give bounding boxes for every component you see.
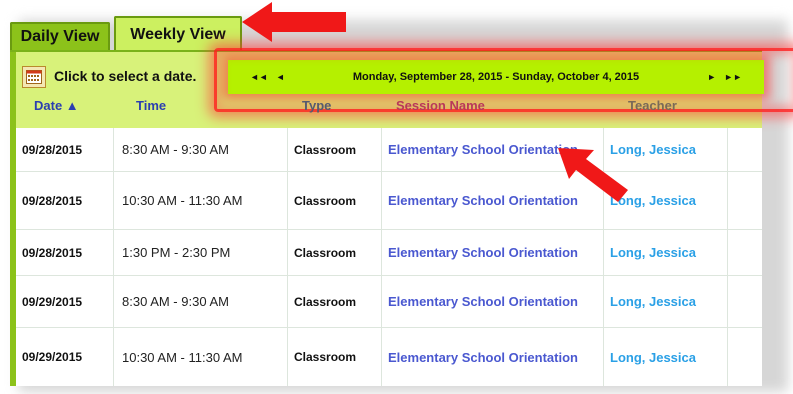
teacher-link[interactable]: Long, Jessica — [610, 245, 696, 260]
last-week-button[interactable]: ►► — [720, 72, 746, 82]
first-week-button[interactable]: ◄◄ — [246, 72, 272, 82]
tab-daily-view[interactable]: Daily View — [10, 22, 110, 50]
cell-spacer — [728, 276, 762, 327]
cell-session-name: Elementary School Orientation — [382, 230, 604, 275]
cell-spacer — [728, 328, 762, 386]
cell-spacer — [728, 172, 762, 229]
cell-date: 09/29/2015 — [16, 328, 114, 386]
table-row: 09/29/2015 10:30 AM - 11:30 AM Classroom… — [16, 328, 762, 386]
cell-teacher: Long, Jessica — [604, 328, 728, 386]
calendar-icon[interactable] — [22, 66, 46, 88]
cell-session-name: Elementary School Orientation — [382, 128, 604, 171]
schedule-widget: Daily View Weekly View Click to select a… — [10, 8, 793, 386]
session-name-link[interactable]: Elementary School Orientation — [388, 294, 578, 309]
table-row: 09/28/2015 8:30 AM - 9:30 AM Classroom E… — [16, 128, 762, 172]
cell-time: 1:30 PM - 2:30 PM — [114, 230, 288, 275]
cell-date: 09/28/2015 — [16, 128, 114, 171]
cell-teacher: Long, Jessica — [604, 276, 728, 327]
cell-session-name: Elementary School Orientation — [382, 328, 604, 386]
teacher-link[interactable]: Long, Jessica — [610, 193, 696, 208]
column-header-session-name[interactable]: Session Name — [396, 98, 485, 113]
cell-type: Classroom — [288, 230, 382, 275]
cell-date: 09/28/2015 — [16, 230, 114, 275]
cell-teacher: Long, Jessica — [604, 128, 728, 171]
select-date-link[interactable]: Click to select a date. — [54, 68, 196, 84]
next-week-button[interactable]: ► — [703, 72, 720, 82]
table-row: 09/28/2015 1:30 PM - 2:30 PM Classroom E… — [16, 230, 762, 276]
cell-teacher: Long, Jessica — [604, 172, 728, 229]
cell-date: 09/28/2015 — [16, 172, 114, 229]
cell-date: 09/29/2015 — [16, 276, 114, 327]
prev-week-button[interactable]: ◄ — [272, 72, 289, 82]
table-row: 09/28/2015 10:30 AM - 11:30 AM Classroom… — [16, 172, 762, 230]
column-header-time[interactable]: Time — [136, 98, 166, 113]
tab-weekly-view[interactable]: Weekly View — [114, 16, 242, 52]
sessions-table: 09/28/2015 8:30 AM - 9:30 AM Classroom E… — [16, 128, 762, 386]
teacher-link[interactable]: Long, Jessica — [610, 142, 696, 157]
session-name-link[interactable]: Elementary School Orientation — [388, 245, 578, 260]
session-name-link[interactable]: Elementary School Orientation — [388, 193, 578, 208]
teacher-link[interactable]: Long, Jessica — [610, 350, 696, 365]
weekly-panel: Click to select a date. ◄◄ ◄ Monday, Sep… — [10, 48, 793, 386]
cell-type: Classroom — [288, 128, 382, 171]
cell-time: 10:30 AM - 11:30 AM — [114, 328, 288, 386]
cell-type: Classroom — [288, 328, 382, 386]
cell-time: 8:30 AM - 9:30 AM — [114, 276, 288, 327]
cell-time: 10:30 AM - 11:30 AM — [114, 172, 288, 229]
session-name-link[interactable]: Elementary School Orientation — [388, 350, 578, 365]
cell-time: 8:30 AM - 9:30 AM — [114, 128, 288, 171]
cell-session-name: Elementary School Orientation — [382, 172, 604, 229]
date-toolbar: Click to select a date. ◄◄ ◄ Monday, Sep… — [16, 48, 793, 112]
column-header-type[interactable]: Type — [302, 98, 331, 113]
cell-teacher: Long, Jessica — [604, 230, 728, 275]
table-row: 09/29/2015 8:30 AM - 9:30 AM Classroom E… — [16, 276, 762, 328]
week-range-label: Monday, September 28, 2015 - Sunday, Oct… — [352, 71, 640, 83]
column-header-date[interactable]: Date ▲ — [34, 98, 79, 113]
teacher-link[interactable]: Long, Jessica — [610, 294, 696, 309]
session-name-link[interactable]: Elementary School Orientation — [388, 142, 578, 157]
week-navigation-bar: ◄◄ ◄ Monday, September 28, 2015 - Sunday… — [228, 60, 764, 94]
column-header-teacher[interactable]: Teacher — [628, 98, 677, 113]
cell-type: Classroom — [288, 172, 382, 229]
cell-spacer — [728, 128, 762, 171]
cell-spacer — [728, 230, 762, 275]
cell-type: Classroom — [288, 276, 382, 327]
cell-session-name: Elementary School Orientation — [382, 276, 604, 327]
